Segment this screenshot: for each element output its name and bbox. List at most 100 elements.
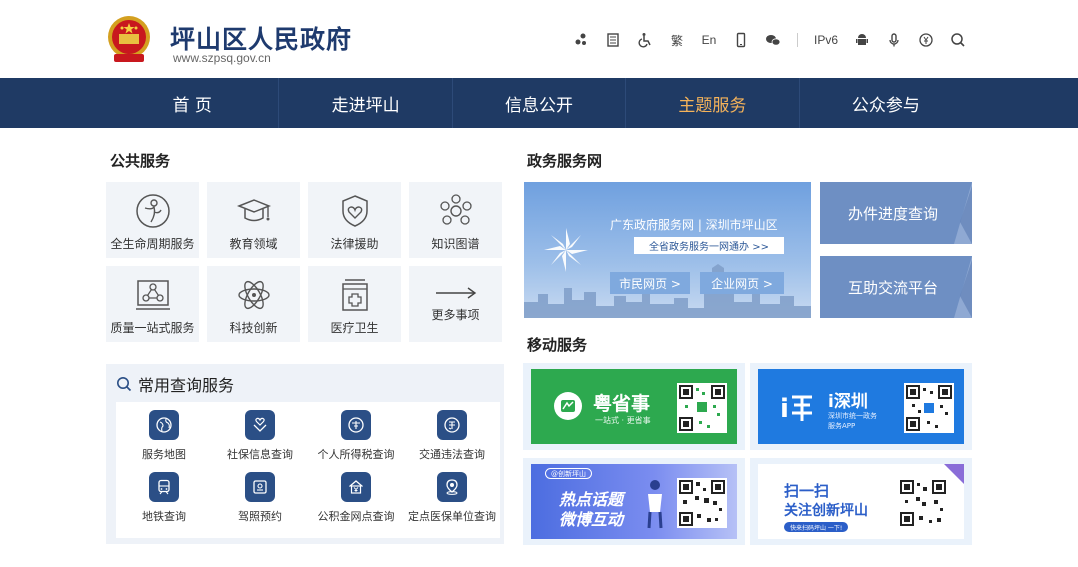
wechat-line1: 扫一扫 xyxy=(784,482,830,500)
enterprise-portal-button[interactable]: 企业网页 > xyxy=(700,272,784,294)
query-grid: 服务地图 社保信息查询 个人所得税查询 交通违法查询 地铁查询 驾照预约 公积金… xyxy=(116,402,500,538)
ps-card-education[interactable]: 教育领域 xyxy=(207,182,300,258)
gov-service-banner[interactable]: 广东政府服务网 | 深圳市坪山区 全省政务服务一网通办 >> 市民网页 > 企业… xyxy=(524,182,811,318)
search-icon xyxy=(117,377,132,392)
nav-theme-services[interactable]: 主题服务 xyxy=(626,78,800,128)
document-icon[interactable] xyxy=(597,28,629,52)
query-item-subway[interactable]: 地铁查询 xyxy=(116,472,212,534)
ps-card-label: 知识图谱 xyxy=(431,237,480,251)
citizen-portal-button[interactable]: 市民网页 > xyxy=(610,272,690,294)
ps-card-label: 更多事项 xyxy=(431,308,480,322)
public-service-title: 公共服务 xyxy=(110,152,171,170)
common-query-header: 常用查询服务 xyxy=(116,372,234,396)
ishenzhen-desc-line2: 服务APP xyxy=(828,422,856,430)
gov-banner-title: 广东政府服务网 | 深圳市坪山区 xyxy=(610,218,778,232)
weibo-line2: 微博互动 xyxy=(559,510,624,529)
decorative-triangle-icon xyxy=(954,256,972,318)
query-item-traffic-violation[interactable]: 交通违法查询 xyxy=(404,410,500,472)
ps-card-lifecycle[interactable]: 全生命周期服务 xyxy=(106,182,199,258)
atom-icon xyxy=(237,280,270,310)
graduation-cap-icon xyxy=(236,199,271,222)
location-icon xyxy=(446,479,458,495)
yueshengshi-card[interactable]: 粤省事 一站式 · 更省事 xyxy=(523,363,745,450)
svg-text:i: i xyxy=(780,394,789,423)
network-icon xyxy=(439,194,472,225)
main-nav: 首 页 走进坪山 信息公开 主题服务 公众参与 xyxy=(0,78,1078,128)
accessibility-people-icon[interactable] xyxy=(565,28,597,52)
mutual-aid-platform-button[interactable]: 互助交流平台 xyxy=(820,256,972,318)
license-icon xyxy=(253,480,267,494)
weibo-card[interactable]: @创新坪山 热点话题 微博互动 xyxy=(523,458,745,545)
wechat-icon[interactable] xyxy=(757,28,789,52)
mobile-service-title: 移动服务 xyxy=(527,336,588,354)
nav-info-disclosure[interactable]: 信息公开 xyxy=(453,78,627,128)
microphone-icon[interactable] xyxy=(878,28,910,52)
ishenzhen-name: i深圳 xyxy=(828,392,868,412)
ps-card-label: 质量一站式服务 xyxy=(110,321,195,335)
query-item-medical-insurance[interactable]: 定点医保单位查询 xyxy=(404,472,500,534)
ps-card-label: 教育领域 xyxy=(229,237,278,251)
ps-card-knowledge-graph[interactable]: 知识图谱 xyxy=(409,182,502,258)
traditional-chinese-button[interactable]: 繁 xyxy=(661,28,693,52)
english-button[interactable]: En xyxy=(693,28,725,52)
ps-card-more[interactable]: 更多事项 xyxy=(409,266,502,342)
weibo-qr-code xyxy=(677,478,727,528)
common-query-title: 常用查询服务 xyxy=(138,376,235,395)
currency-icon[interactable] xyxy=(910,28,942,52)
ps-card-quality[interactable]: 质量一站式服务 xyxy=(106,266,199,342)
site-url: www.szpsq.gov.cn xyxy=(173,51,271,65)
gov-service-logo-icon xyxy=(544,228,588,272)
person-figure-icon xyxy=(647,480,663,529)
medical-cross-icon xyxy=(341,279,368,311)
ipv6-button[interactable]: IPv6 xyxy=(806,28,846,52)
mobile-phone-icon[interactable] xyxy=(725,28,757,52)
ps-card-label: 全生命周期服务 xyxy=(110,237,195,251)
traffic-icon xyxy=(444,417,460,433)
subway-icon xyxy=(158,479,170,495)
ps-card-medical[interactable]: 医疗卫生 xyxy=(308,266,401,342)
query-item-service-map[interactable]: 服务地图 xyxy=(116,410,212,472)
yueshengshi-name: 粤省事 xyxy=(593,393,651,415)
weibo-tag: @创新坪山 xyxy=(545,468,592,479)
national-emblem-icon xyxy=(108,16,150,62)
arrow-right-icon xyxy=(435,287,476,299)
search-icon[interactable] xyxy=(942,28,974,52)
quality-network-icon xyxy=(135,280,170,310)
android-icon[interactable] xyxy=(846,28,878,52)
wheelchair-icon[interactable] xyxy=(629,28,661,52)
common-query-panel: 常用查询服务 服务地图 社保信息查询 个人所得税查询 交通违法查询 地铁查询 驾… xyxy=(106,364,504,544)
tax-icon xyxy=(348,417,364,433)
nav-home[interactable]: 首 页 xyxy=(106,78,280,128)
shield-heart-icon xyxy=(341,195,368,227)
query-item-social-security[interactable]: 社保信息查询 xyxy=(212,410,308,472)
header-toolbar: 繁 En IPv6 xyxy=(565,28,974,52)
gov-banner-subtitle[interactable]: 全省政务服务一网通办 >> xyxy=(634,237,784,254)
site-header: 坪山区人民政府 www.szpsq.gov.cn 繁 En IPv6 xyxy=(0,0,1078,78)
decorative-triangle-icon xyxy=(954,182,972,244)
ishenzhen-logo-icon: i xyxy=(780,394,812,423)
yueshengshi-logo-icon xyxy=(554,392,582,420)
ps-card-tech-innovation[interactable]: 科技创新 xyxy=(207,266,300,342)
yueshengshi-qr-code xyxy=(677,383,727,433)
person-circle-icon xyxy=(135,194,170,228)
heart-hands-icon xyxy=(253,417,267,432)
wechat-follow-card[interactable]: 扫一扫 关注创新坪山 快来扫码坪山 一下! xyxy=(750,458,972,545)
ps-card-label: 法律援助 xyxy=(330,237,379,251)
ps-card-label: 科技创新 xyxy=(229,321,278,335)
nav-about-pingshan[interactable]: 走进坪山 xyxy=(279,78,453,128)
query-item-income-tax[interactable]: 个人所得税查询 xyxy=(308,410,404,472)
query-item-driving-license[interactable]: 驾照预约 xyxy=(212,472,308,534)
ishenzhen-card[interactable]: i i深圳 深圳市统一政务 服务APP xyxy=(750,363,972,450)
ps-card-legal-aid[interactable]: 法律援助 xyxy=(308,182,401,258)
globe-icon xyxy=(156,417,172,433)
query-item-housing-fund[interactable]: 公积金网点查询 xyxy=(308,472,404,534)
yueshengshi-tagline: 一站式 · 更省事 xyxy=(595,416,651,425)
ps-card-label: 医疗卫生 xyxy=(330,321,379,335)
house-fund-icon xyxy=(349,480,363,494)
wechat-line2: 关注创新坪山 xyxy=(784,503,868,519)
toolbar-divider xyxy=(797,33,798,47)
public-service-grid: 全生命周期服务 教育领域 法律援助 知识图谱 质量一站式服务 科技创新 医疗卫生… xyxy=(106,182,504,342)
ishenzhen-qr-code xyxy=(904,383,954,433)
nav-public-participation[interactable]: 公众参与 xyxy=(800,78,972,128)
case-progress-button[interactable]: 办件进度查询 xyxy=(820,182,972,244)
